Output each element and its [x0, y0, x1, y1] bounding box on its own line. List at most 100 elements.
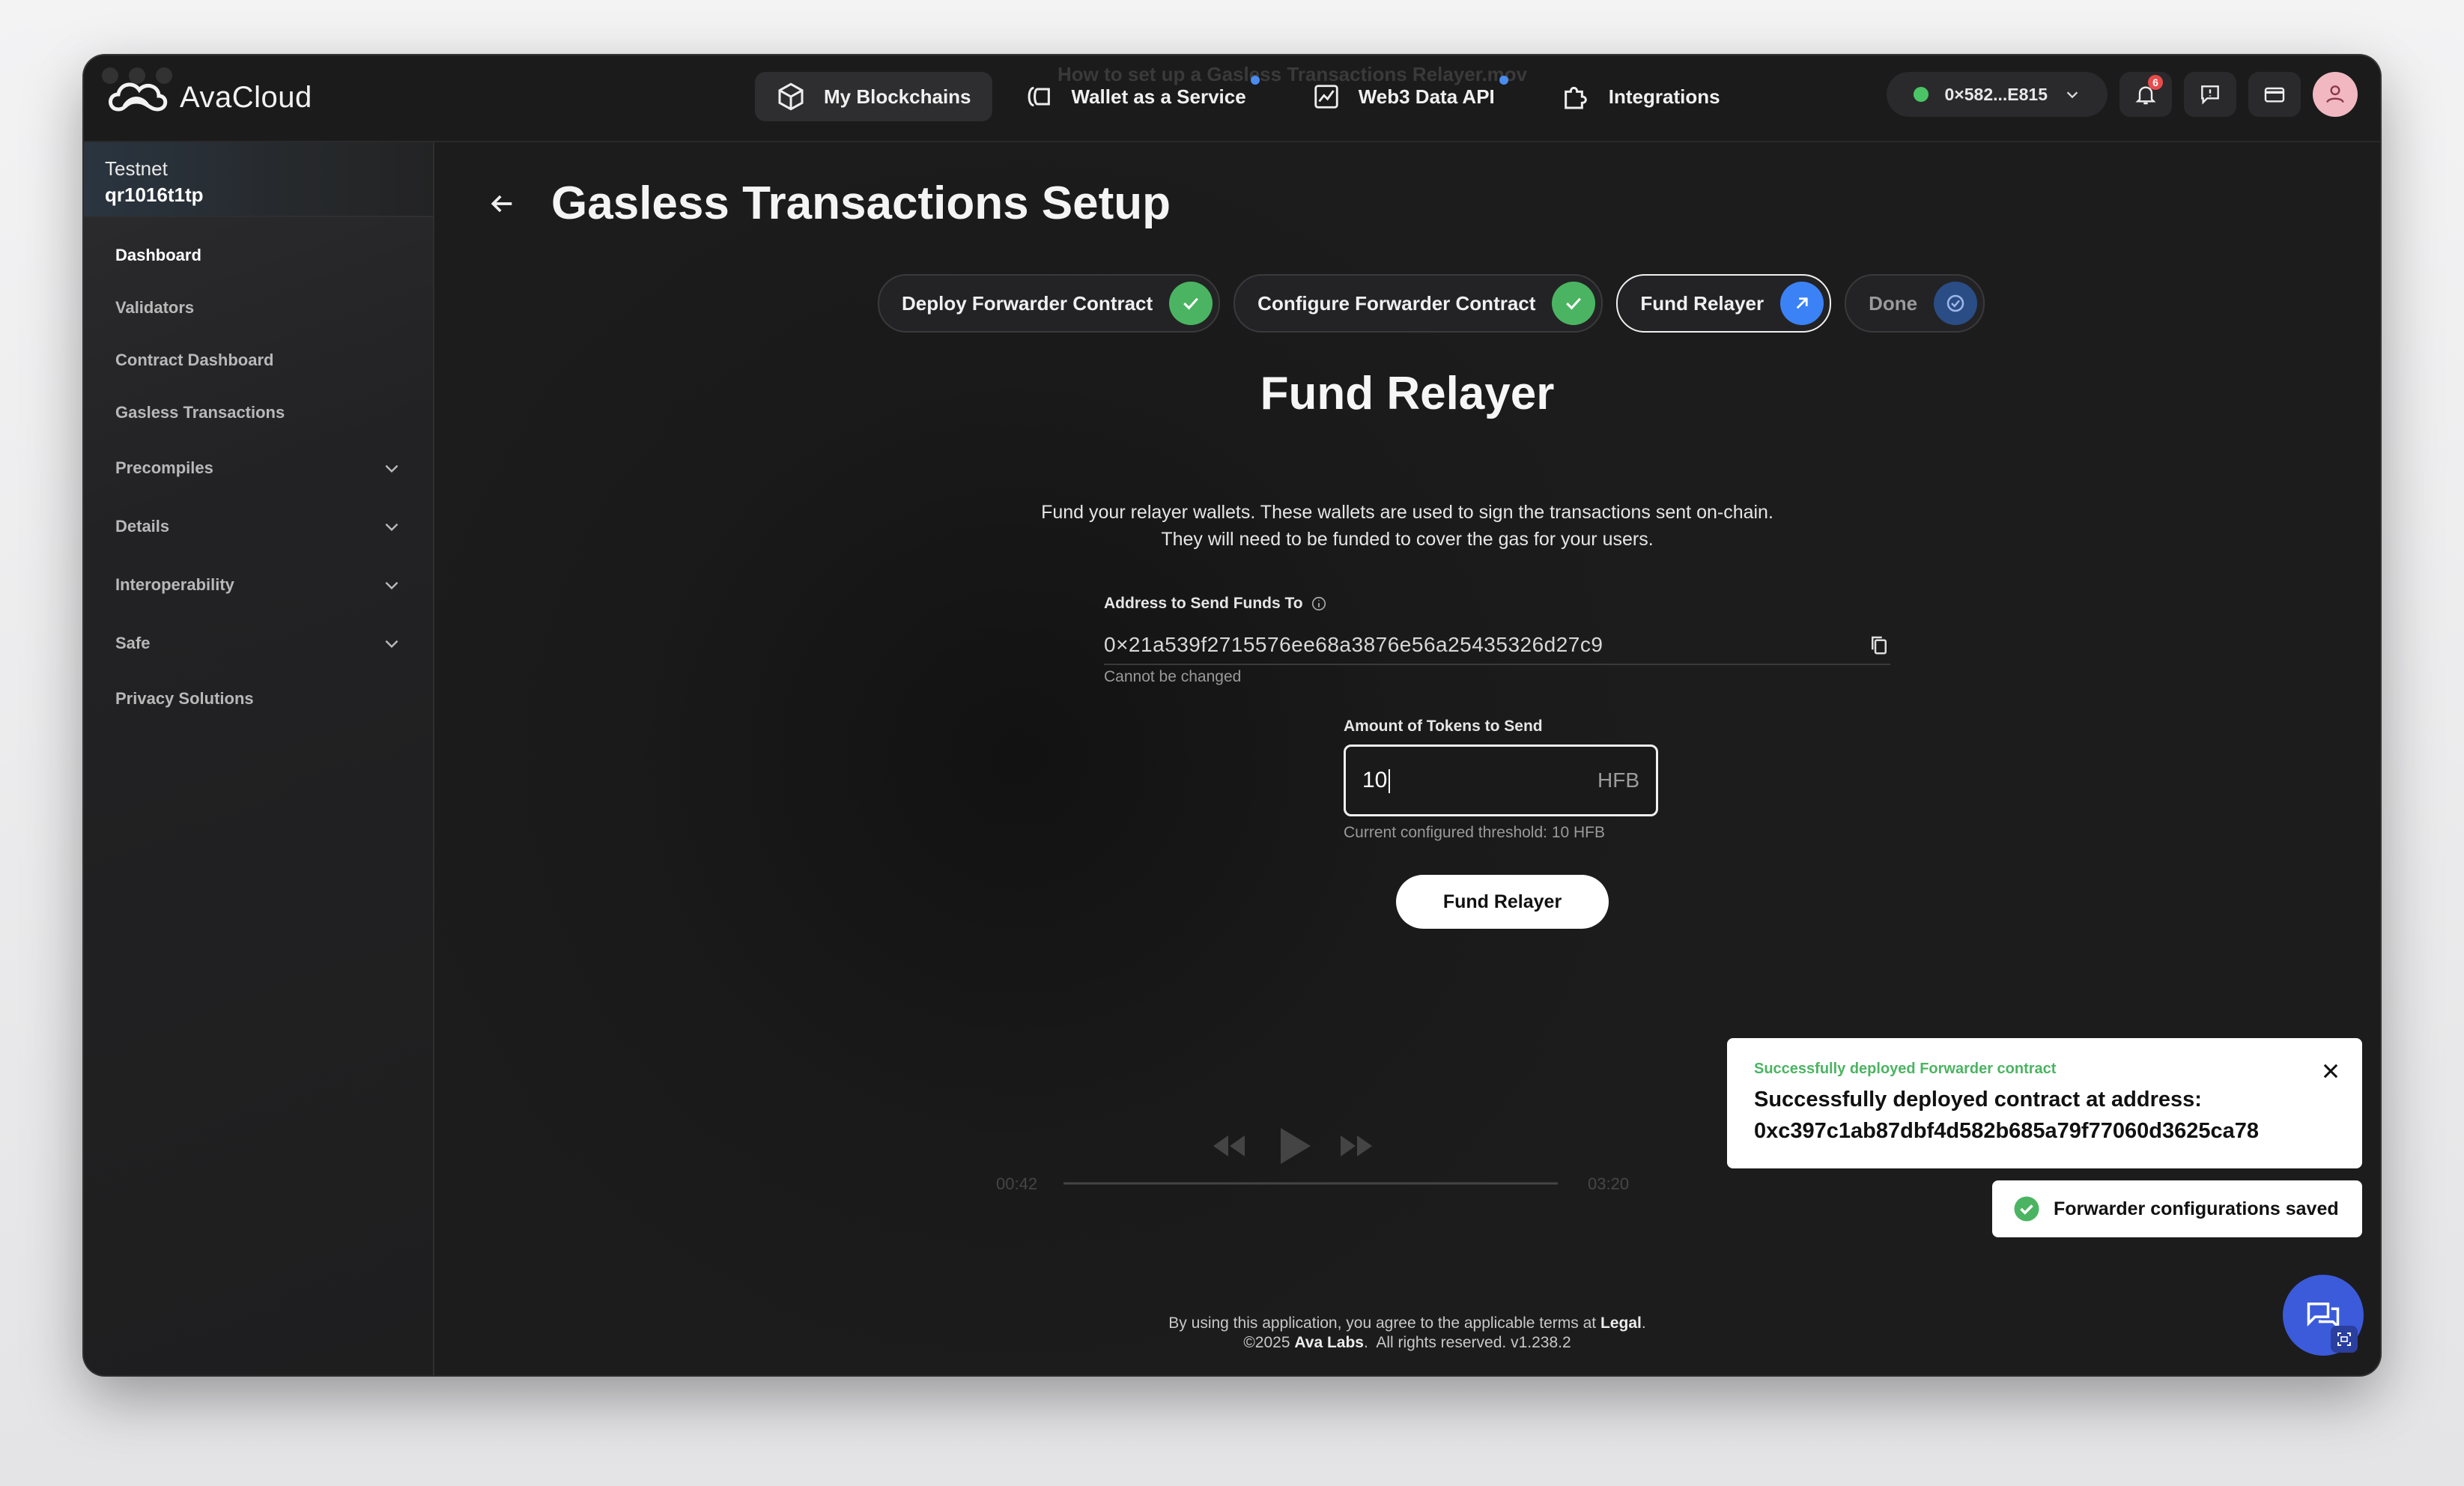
chevron-down-icon: [385, 523, 398, 532]
chevron-down-icon: [2066, 91, 2078, 99]
nav-integrations[interactable]: Integrations: [1540, 72, 1741, 121]
player-total-time: 03:20: [1588, 1174, 1629, 1193]
step-label: Fund Relayer: [1640, 291, 1764, 315]
address-label-text: Address to Send Funds To: [1104, 595, 1303, 612]
nav-my-blockchains[interactable]: My Blockchains: [755, 72, 992, 121]
credit-card-icon: [2264, 87, 2285, 103]
user-icon: [2326, 85, 2344, 103]
wallet-icon: [1028, 86, 1050, 107]
connected-status-icon: [1913, 87, 1929, 102]
sidebar-item-label: Interoperability: [115, 575, 234, 594]
footer-terms: By using this application, you agree to …: [1168, 1314, 1597, 1332]
back-arrow-icon[interactable]: [487, 189, 517, 219]
notification-badge: 6: [2148, 75, 2163, 90]
sidebar-item-label: Precompiles: [115, 458, 213, 477]
sidebar-item-label: Details: [115, 517, 170, 536]
app-window: How to set up a Gasless Transactions Rel…: [84, 55, 2380, 1375]
step-label: Configure Forwarder Contract: [1257, 291, 1536, 315]
rights-text: All rights reserved.: [1376, 1334, 1507, 1351]
nav-web3-data-api[interactable]: Web3 Data API: [1291, 72, 1529, 121]
sidebar-item-label: Contract Dashboard: [115, 351, 274, 369]
step-label: Deploy Forwarder Contract: [902, 291, 1153, 315]
new-indicator-dot: [1250, 76, 1260, 85]
check-circle-icon: [2014, 1196, 2039, 1222]
chevron-down-icon: [385, 640, 398, 649]
avacloud-logo-icon: [109, 82, 168, 112]
chart-icon: [1314, 85, 1338, 109]
main-nav: My Blockchains Wallet as a Service Web3 …: [755, 72, 1741, 121]
top-bar: How to set up a Gasless Transactions Rel…: [84, 55, 2380, 142]
sidebar-item-validators[interactable]: Validators: [84, 282, 433, 334]
toast-message: Successfully deployed contract at addres…: [1754, 1084, 2335, 1147]
amount-label: Amount of Tokens to Send: [1344, 718, 1543, 736]
sidebar-item-contract-dashboard[interactable]: Contract Dashboard: [84, 334, 433, 386]
sidebar-item-label: Privacy Solutions: [115, 689, 254, 708]
section-description: Fund your relayer wallets. These wallets…: [434, 499, 2380, 553]
sidebar-item-precompiles[interactable]: Precompiles: [84, 439, 433, 497]
sidebar-item-details[interactable]: Details: [84, 497, 433, 556]
app-name: AvaCloud: [180, 80, 312, 114]
nav-label: Wallet as a Service: [1071, 85, 1246, 108]
toast-message-line: Successfully deployed contract at addres…: [1754, 1088, 2202, 1112]
setup-stepper: Deploy Forwarder Contract Configure Forw…: [878, 274, 1985, 333]
chain-name: qr1016t1tp: [105, 184, 204, 206]
step-configure-forwarder[interactable]: Configure Forwarder Contract: [1233, 274, 1603, 333]
billing-button[interactable]: [2248, 72, 2301, 117]
section-title: Fund Relayer: [1260, 368, 1555, 419]
amount-label-text: Amount of Tokens to Send: [1344, 718, 1543, 735]
step-deploy-forwarder[interactable]: Deploy Forwarder Contract: [878, 274, 1221, 333]
nav-wallet-as-a-service[interactable]: Wallet as a Service: [1003, 72, 1281, 121]
sidebar-item-label: Gasless Transactions: [115, 403, 285, 422]
checkmark-icon: [1552, 282, 1596, 325]
wallet-selector[interactable]: 0×582...E815: [1886, 72, 2108, 117]
address-value: 0×21a539f2715576ee68a3876e56a25435326d27…: [1104, 633, 1603, 656]
chain-selector[interactable]: Testnet qr1016t1tp: [84, 142, 433, 217]
close-icon[interactable]: [2319, 1059, 2343, 1083]
new-indicator-dot: [1499, 76, 1508, 85]
screen-capture-icon[interactable]: [2331, 1326, 2358, 1353]
toast-subtitle: Successfully deployed Forwarder contract: [1754, 1061, 2057, 1077]
sidebar: Testnet qr1016t1tp Dashboard Validators …: [84, 142, 434, 1375]
sidebar-item-label: Dashboard: [115, 246, 201, 264]
header-tools: 0×582...E815 6: [1886, 72, 2358, 117]
amount-input[interactable]: 10 HFB: [1344, 744, 1658, 816]
legal-link[interactable]: Legal: [1600, 1314, 1642, 1332]
sidebar-item-safe[interactable]: Safe: [84, 614, 433, 673]
step-label: Done: [1869, 291, 1918, 315]
company-name: Ava Labs: [1294, 1334, 1364, 1351]
network-label: Testnet: [105, 157, 168, 180]
app-version: v1.238.2: [1511, 1334, 1571, 1351]
cube-icon: [778, 82, 804, 111]
sidebar-menu: Dashboard Validators Contract Dashboard …: [84, 217, 433, 725]
nav-label: Integrations: [1608, 85, 1720, 108]
puzzle-icon: [1564, 86, 1587, 109]
notifications-button[interactable]: 6: [2119, 72, 2172, 117]
user-avatar[interactable]: [2313, 72, 2358, 117]
message-alert-icon: [2201, 85, 2219, 105]
copyright-year: ©2025: [1243, 1334, 1290, 1351]
sidebar-item-gasless-transactions[interactable]: Gasless Transactions: [84, 386, 433, 439]
sidebar-item-interoperability[interactable]: Interoperability: [84, 556, 433, 614]
arrow-up-right-icon: [1780, 282, 1824, 325]
step-done[interactable]: Done: [1845, 274, 1985, 333]
info-icon[interactable]: [1311, 595, 1327, 612]
sidebar-item-privacy-solutions[interactable]: Privacy Solutions: [84, 673, 433, 725]
copy-icon[interactable]: [1868, 634, 1890, 656]
badge-check-icon: [1934, 282, 1978, 325]
page-title: Gasless Transactions Setup: [551, 178, 1171, 229]
checkmark-icon: [1169, 282, 1213, 325]
sidebar-item-label: Validators: [115, 298, 195, 317]
nav-label: Web3 Data API: [1358, 85, 1495, 108]
feedback-button[interactable]: [2184, 72, 2236, 117]
nav-label: My Blockchains: [824, 85, 971, 108]
chevron-down-icon: [385, 581, 398, 590]
wallet-address: 0×582...E815: [1944, 84, 2048, 104]
fund-relayer-button[interactable]: Fund Relayer: [1396, 875, 1609, 929]
sidebar-item-dashboard[interactable]: Dashboard: [84, 229, 433, 282]
footer: By using this application, you agree to …: [1168, 1314, 1646, 1351]
step-fund-relayer[interactable]: Fund Relayer: [1616, 274, 1832, 333]
amount-input-value: 10: [1362, 768, 1390, 793]
config-saved-toast: Forwarder configurations saved: [1992, 1180, 2362, 1237]
app-logo[interactable]: AvaCloud: [103, 73, 312, 121]
threshold-hint: Current configured threshold: 10 HFB: [1344, 824, 1606, 841]
